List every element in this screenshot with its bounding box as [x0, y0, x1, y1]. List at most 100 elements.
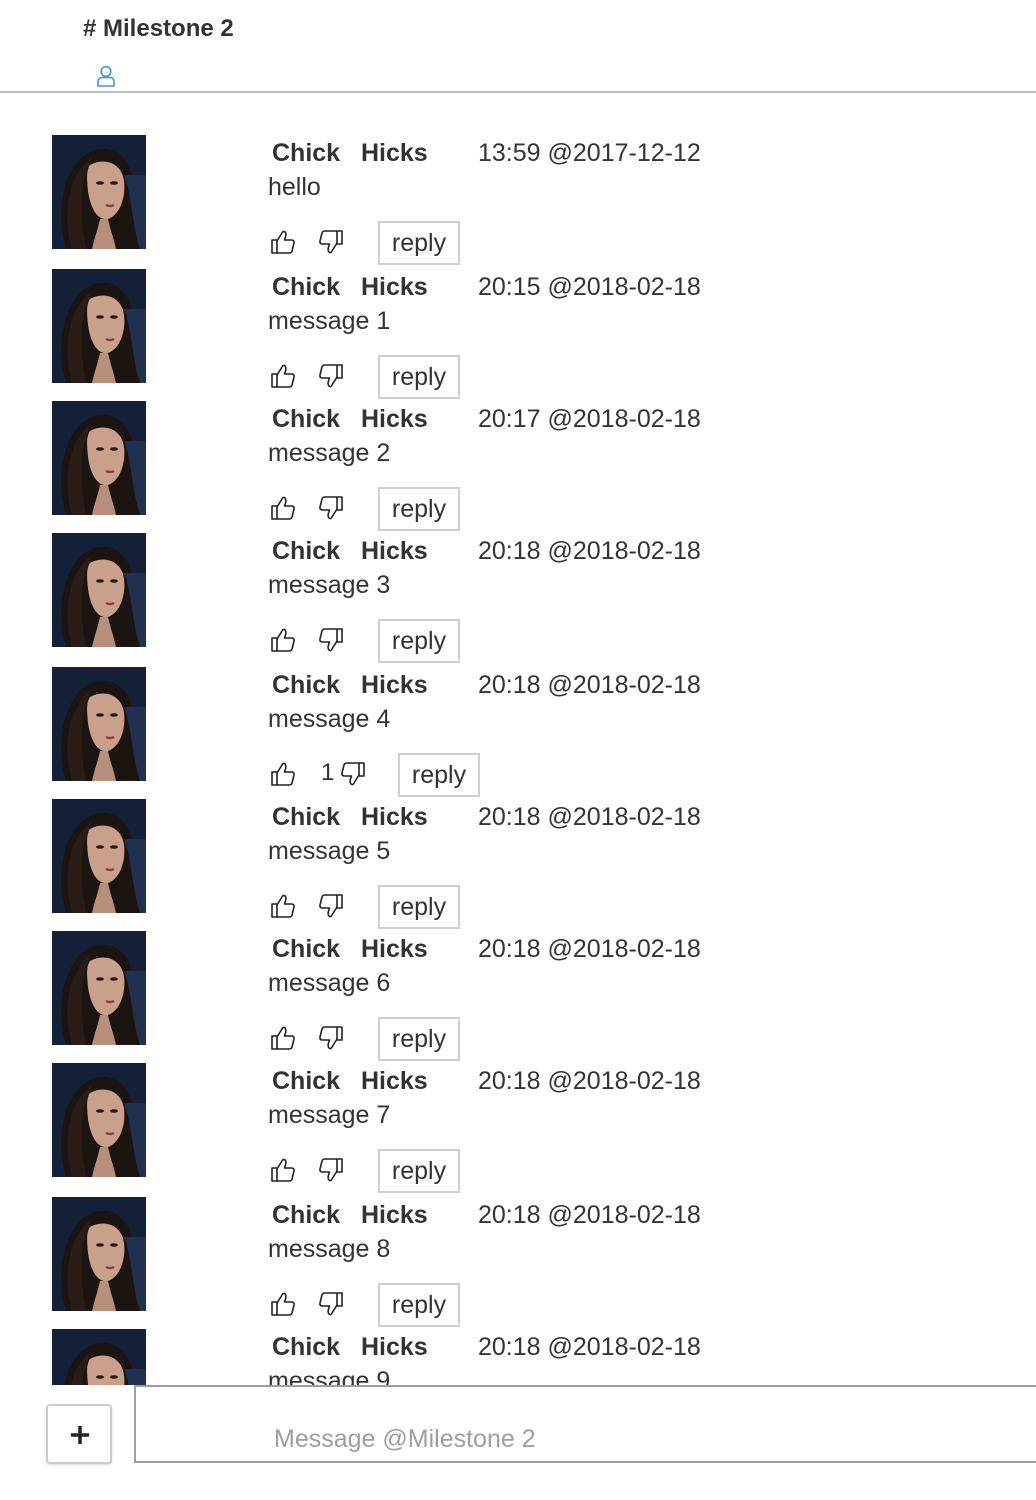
author-last-name: Hicks	[360, 1067, 428, 1095]
user-icon[interactable]	[96, 65, 116, 87]
reply-button[interactable]: reply	[378, 487, 460, 531]
message-text: message 1	[268, 307, 391, 335]
avatar	[52, 401, 146, 515]
avatar	[52, 1197, 146, 1311]
channel-title: # Milestone 2	[83, 15, 234, 42]
author-first-name: Chick	[272, 803, 341, 831]
author-first-name: Chick	[272, 1333, 341, 1361]
author-last-name: Hicks	[360, 405, 428, 433]
thumbs-down-icon[interactable]	[318, 495, 344, 521]
thumbs-up-icon[interactable]	[270, 1157, 296, 1183]
author-last-name: Hicks	[360, 803, 428, 831]
reply-button[interactable]: reply	[378, 221, 460, 265]
reply-button[interactable]: reply	[378, 1149, 460, 1193]
message-text: message 8	[268, 1235, 391, 1263]
reply-button[interactable]: reply	[378, 355, 460, 399]
avatar	[52, 799, 146, 913]
reply-button[interactable]: reply	[378, 885, 460, 929]
message-actions: reply	[268, 487, 568, 531]
message-item: Chick Hicks 20:18 @2018-02-18 message 5 …	[0, 799, 1036, 931]
thumbs-down-icon[interactable]	[318, 627, 344, 653]
message-actions: reply	[268, 885, 568, 929]
thumbs-down-icon[interactable]	[318, 1291, 344, 1317]
thumbs-up-icon[interactable]	[270, 229, 296, 255]
message-actions: reply	[268, 1283, 568, 1327]
thumbs-up-icon[interactable]	[270, 893, 296, 919]
thumbs-down-icon[interactable]	[318, 1157, 344, 1183]
reply-button[interactable]: reply	[378, 619, 460, 663]
message-item: Chick Hicks 20:18 @2018-02-18 message 3 …	[0, 533, 1036, 665]
message-author: Chick Hicks	[272, 1201, 428, 1230]
message-actions: 1 reply	[268, 753, 568, 797]
message-actions: reply	[268, 355, 568, 399]
message-author: Chick Hicks	[272, 405, 428, 434]
avatar	[52, 1329, 146, 1385]
message-timestamp: 20:18 @2018-02-18	[478, 671, 701, 699]
author-first-name: Chick	[272, 273, 341, 301]
author-first-name: Chick	[272, 671, 341, 699]
plus-icon	[71, 1426, 89, 1444]
message-item: Chick Hicks 20:18 @2018-02-18 message 9 …	[0, 1329, 1036, 1385]
message-timestamp: 20:17 @2018-02-18	[478, 405, 701, 433]
thumbs-down-icon[interactable]	[318, 1025, 344, 1051]
message-timestamp: 20:18 @2018-02-18	[478, 935, 701, 963]
avatar	[52, 135, 146, 249]
thumbs-down-icon[interactable]	[318, 893, 344, 919]
message-actions: reply	[268, 221, 568, 265]
author-last-name: Hicks	[360, 1333, 428, 1361]
reply-button[interactable]: reply	[398, 753, 480, 797]
thumbs-up-icon[interactable]	[270, 495, 296, 521]
message-author: Chick Hicks	[272, 935, 428, 964]
author-first-name: Chick	[272, 1067, 341, 1095]
add-attachment-button[interactable]	[46, 1404, 112, 1464]
channel-header: # Milestone 2	[0, 0, 1036, 93]
message-text: message 6	[268, 969, 391, 997]
author-first-name: Chick	[272, 405, 341, 433]
thumbs-up-icon[interactable]	[270, 1025, 296, 1051]
message-item: Chick Hicks 20:18 @2018-02-18 message 6 …	[0, 931, 1036, 1063]
message-list[interactable]: Chick Hicks 13:59 @2017-12-12 hello repl…	[0, 95, 1036, 1385]
message-timestamp: 13:59 @2017-12-12	[478, 139, 701, 167]
like-count: 1	[321, 759, 335, 786]
author-last-name: Hicks	[360, 273, 428, 301]
message-text: message 9	[268, 1367, 391, 1385]
author-first-name: Chick	[272, 1201, 341, 1229]
message-input[interactable]	[134, 1385, 1036, 1463]
thumbs-up-icon[interactable]	[270, 1291, 296, 1317]
thumbs-down-icon[interactable]	[318, 229, 344, 255]
thumbs-down-icon[interactable]	[340, 761, 366, 787]
author-last-name: Hicks	[360, 139, 428, 167]
message-author: Chick Hicks	[272, 139, 428, 168]
thumbs-up-icon[interactable]	[270, 627, 296, 653]
message-item: Chick Hicks 20:15 @2018-02-18 message 1 …	[0, 269, 1036, 401]
message-author: Chick Hicks	[272, 1067, 428, 1096]
message-actions: reply	[268, 1149, 568, 1193]
message-item: Chick Hicks 13:59 @2017-12-12 hello repl…	[0, 135, 1036, 267]
message-item: Chick Hicks 20:18 @2018-02-18 message 8 …	[0, 1197, 1036, 1329]
message-text: hello	[268, 173, 321, 201]
message-item: Chick Hicks 20:18 @2018-02-18 message 7 …	[0, 1063, 1036, 1195]
thumbs-down-icon[interactable]	[318, 363, 344, 389]
thumbs-up-icon[interactable]	[270, 761, 296, 787]
author-last-name: Hicks	[360, 537, 428, 565]
thumbs-up-icon[interactable]	[270, 363, 296, 389]
message-text: message 2	[268, 439, 391, 467]
message-actions: reply	[268, 619, 568, 663]
reply-button[interactable]: reply	[378, 1283, 460, 1327]
message-actions: reply	[268, 1017, 568, 1061]
message-timestamp: 20:15 @2018-02-18	[478, 273, 701, 301]
message-author: Chick Hicks	[272, 803, 428, 832]
message-timestamp: 20:18 @2018-02-18	[478, 1201, 701, 1229]
message-item: Chick Hicks 20:17 @2018-02-18 message 2 …	[0, 401, 1036, 533]
message-timestamp: 20:18 @2018-02-18	[478, 537, 701, 565]
author-first-name: Chick	[272, 935, 341, 963]
message-author: Chick Hicks	[272, 273, 428, 302]
message-timestamp: 20:18 @2018-02-18	[478, 1333, 701, 1361]
avatar	[52, 269, 146, 383]
avatar	[52, 931, 146, 1045]
reply-button[interactable]: reply	[378, 1017, 460, 1061]
message-composer	[0, 1385, 1036, 1500]
message-item: Chick Hicks 20:18 @2018-02-18 message 4 …	[0, 667, 1036, 799]
message-timestamp: 20:18 @2018-02-18	[478, 1067, 701, 1095]
message-author: Chick Hicks	[272, 1333, 428, 1362]
